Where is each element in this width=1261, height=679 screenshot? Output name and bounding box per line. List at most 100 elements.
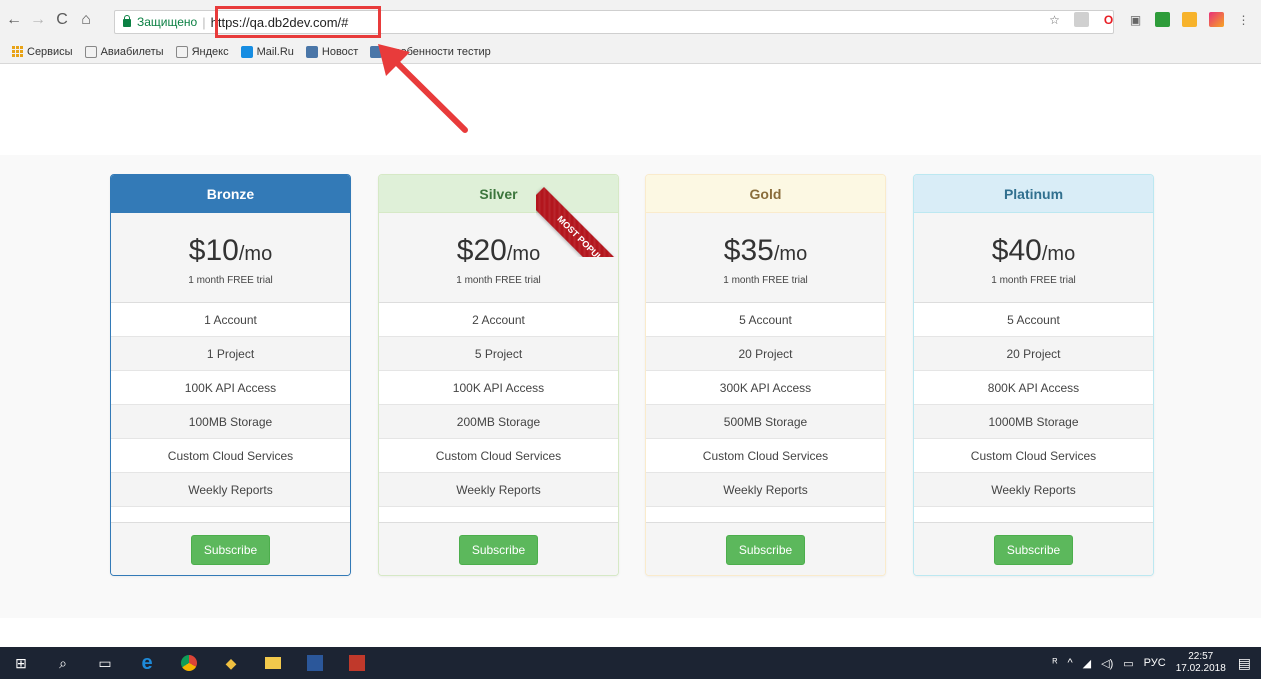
- language-indicator[interactable]: РУС: [1144, 657, 1166, 669]
- feature-item: Custom Cloud Services: [111, 439, 350, 473]
- feature-item: 1 Project: [111, 337, 350, 371]
- trial-text: 1 month FREE trial: [723, 275, 808, 286]
- plan-footer: Subscribe: [111, 523, 350, 575]
- trial-text: 1 month FREE trial: [456, 275, 541, 286]
- url-highlight-box: [215, 6, 381, 38]
- plan-title: Platinum: [914, 175, 1153, 213]
- subscribe-button[interactable]: Subscribe: [458, 534, 539, 565]
- clock-date: 17.02.2018: [1175, 663, 1226, 674]
- word-icon[interactable]: [294, 647, 336, 679]
- feature-item: Weekly Reports: [646, 473, 885, 507]
- bookmark-yandex[interactable]: Яндекс: [175, 45, 229, 58]
- extension-on-icon[interactable]: [1155, 12, 1170, 27]
- mailru-icon: [240, 45, 253, 58]
- bookmark-label: Яндекс: [191, 45, 229, 58]
- task-view-icon[interactable]: ▭: [84, 647, 126, 679]
- notifications-icon[interactable]: ▤: [1238, 655, 1251, 672]
- trial-text: 1 month FREE trial: [188, 275, 273, 286]
- feature-item: 20 Project: [914, 337, 1153, 371]
- reload-icon[interactable]: C: [52, 9, 72, 31]
- screenshot-icon[interactable]: ▣: [1128, 12, 1143, 27]
- page-icon: [175, 45, 188, 58]
- feature-item: Custom Cloud Services: [379, 439, 618, 473]
- feature-item: 5 Account: [914, 303, 1153, 337]
- feature-item: 5 Project: [379, 337, 618, 371]
- bookmarks-bar: Сервисы Авиабилеты Яндекс Mail.Ru Новост…: [0, 40, 1261, 64]
- plan-price: $35/mo: [723, 234, 808, 267]
- bookmark-news[interactable]: Новост: [305, 45, 358, 58]
- feature-item: 20 Project: [646, 337, 885, 371]
- feature-list: 1 Account 1 Project 100K API Access 100M…: [111, 303, 350, 507]
- plan-footer: Subscribe: [914, 523, 1153, 575]
- lock-icon: [123, 15, 131, 27]
- plan-card-bronze: Bronze $10/mo 1 month FREE trial 1 Accou…: [110, 174, 351, 576]
- search-icon[interactable]: ⌕: [42, 647, 84, 679]
- bookmark-flights[interactable]: Авиабилеты: [84, 45, 164, 58]
- color-extension-icon[interactable]: [1209, 12, 1224, 27]
- app-s-icon[interactable]: [336, 647, 378, 679]
- feature-item: 1 Account: [111, 303, 350, 337]
- edge-icon[interactable]: e: [126, 647, 168, 679]
- home-icon[interactable]: ⌂: [76, 9, 96, 31]
- pdf-icon[interactable]: [1074, 12, 1089, 27]
- feature-item: 1000MB Storage: [914, 405, 1153, 439]
- feature-item: 800K API Access: [914, 371, 1153, 405]
- price-box: $35/mo 1 month FREE trial: [646, 213, 885, 303]
- feature-item: 100MB Storage: [111, 405, 350, 439]
- file-explorer-icon[interactable]: [252, 647, 294, 679]
- divider: [379, 507, 618, 523]
- feature-list: 5 Account 20 Project 300K API Access 500…: [646, 303, 885, 507]
- tidy-icon[interactable]: [1182, 12, 1197, 27]
- git-icon[interactable]: ◆: [210, 647, 252, 679]
- subscribe-button[interactable]: Subscribe: [725, 534, 806, 565]
- opera-icon[interactable]: O: [1101, 12, 1116, 27]
- page-icon: [84, 45, 97, 58]
- forward-icon[interactable]: →: [28, 9, 48, 31]
- separator: |: [202, 14, 206, 30]
- page-content: Bronze $10/mo 1 month FREE trial 1 Accou…: [0, 65, 1261, 647]
- bookmark-services[interactable]: Сервисы: [12, 46, 73, 58]
- feature-item: 100K API Access: [111, 371, 350, 405]
- volume-icon[interactable]: ◁): [1101, 657, 1113, 670]
- system-tray: ᴿ ^ ◢ ◁) ▭ РУС 22:57 17.02.2018 ▤: [1053, 647, 1261, 679]
- taskbar: ⊞ ⌕ ▭ e ◆ ᴿ ^ ◢ ◁) ▭ РУС 22:57 17.02.201…: [0, 647, 1261, 679]
- chrome-icon[interactable]: [168, 647, 210, 679]
- price-box: $10/mo 1 month FREE trial: [111, 213, 350, 303]
- clock[interactable]: 22:57 17.02.2018: [1176, 651, 1226, 675]
- people-icon[interactable]: ᴿ: [1053, 657, 1058, 669]
- apps-icon: [12, 46, 23, 57]
- bookmark-label: Сервисы: [27, 45, 73, 58]
- feature-item: 500MB Storage: [646, 405, 885, 439]
- secure-label: Защищено: [137, 15, 198, 29]
- bookmark-star-icon[interactable]: ☆: [1047, 12, 1062, 27]
- windows-start-icon[interactable]: ⊞: [0, 647, 42, 679]
- plan-footer: Subscribe: [646, 523, 885, 575]
- extension-icons: ☆ O ▣ ⋮: [1047, 12, 1251, 27]
- feature-item: 200MB Storage: [379, 405, 618, 439]
- network-icon[interactable]: ◢: [1083, 657, 1091, 670]
- back-icon[interactable]: ←: [4, 9, 24, 31]
- trial-text: 1 month FREE trial: [991, 275, 1076, 286]
- subscribe-button[interactable]: Subscribe: [190, 534, 271, 565]
- battery-icon[interactable]: ▭: [1123, 657, 1133, 670]
- plan-price: $10/mo: [188, 234, 273, 267]
- feature-item: 2 Account: [379, 303, 618, 337]
- plan-title: Bronze: [111, 175, 350, 213]
- divider: [111, 507, 350, 523]
- ribbon-label: MOST POPULR: [536, 187, 628, 257]
- chevron-up-icon[interactable]: ^: [1068, 657, 1073, 669]
- bookmark-label: Mail.Ru: [256, 45, 294, 58]
- feature-list: 2 Account 5 Project 100K API Access 200M…: [379, 303, 618, 507]
- feature-item: Weekly Reports: [379, 473, 618, 507]
- plan-title: Gold: [646, 175, 885, 213]
- price-box: $40/mo 1 month FREE trial: [914, 213, 1153, 303]
- clock-time: 22:57: [1188, 651, 1214, 662]
- feature-list: 5 Account 20 Project 800K API Access 100…: [914, 303, 1153, 507]
- menu-icon[interactable]: ⋮: [1236, 12, 1251, 27]
- bookmark-mailru[interactable]: Mail.Ru: [240, 45, 294, 58]
- plan-card-gold: Gold $35/mo 1 month FREE trial 5 Account…: [645, 174, 886, 576]
- feature-item: Weekly Reports: [111, 473, 350, 507]
- vk-icon: [305, 45, 318, 58]
- subscribe-button[interactable]: Subscribe: [993, 534, 1074, 565]
- divider: [646, 507, 885, 523]
